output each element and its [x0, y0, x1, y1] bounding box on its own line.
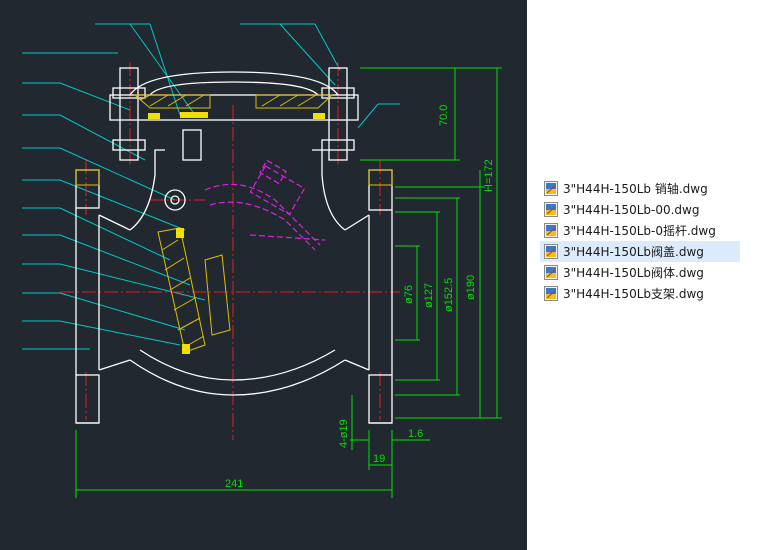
- cad-drawing-canvas[interactable]: 70.0 H=172 ø76 ø127 ø152.5 ø190 4-ø19 1.…: [0, 0, 527, 550]
- file-item-label: 3"H44H-150Lb-00.dwg: [563, 202, 700, 217]
- dwg-file-list: 3"H44H-150Lb 销轴.dwg 3"H44H-150Lb-00.dwg 3"…: [540, 178, 740, 304]
- file-item[interactable]: 3"H44H-150Lb 销轴.dwg: [540, 178, 740, 199]
- file-item[interactable]: 3"H44H-150Lb阀盖.dwg: [540, 241, 740, 262]
- file-item[interactable]: 3"H44H-150Lb-00.dwg: [540, 199, 740, 220]
- dim-d2: ø127: [423, 283, 435, 308]
- dwg-file-icon: [544, 181, 558, 196]
- dimension-labels: 70.0 H=172 ø76 ø127 ø152.5 ø190 4-ø19 1.…: [225, 105, 495, 490]
- dim-bolt-holes: 4-ø19: [338, 419, 350, 448]
- dwg-file-icon: [544, 223, 558, 238]
- file-item-label: 3"H44H-150Lb阀盖.dwg: [563, 245, 704, 259]
- dim-face-to-face: 241: [225, 478, 243, 490]
- seal-rings: [148, 112, 325, 354]
- file-item[interactable]: 3"H44H-150Lb支架.dwg: [540, 283, 740, 304]
- dim-d4: ø190: [465, 275, 477, 300]
- file-item[interactable]: 3"H44H-150Lb-0摇杆.dwg: [540, 220, 740, 241]
- dwg-file-icon: [544, 265, 558, 280]
- valve-body-outline: [75, 67, 393, 424]
- file-item-label: 3"H44H-150Lb 销轴.dwg: [563, 182, 708, 196]
- centerlines: [60, 62, 400, 440]
- dim-cover-height: 70.0: [438, 105, 450, 126]
- dim-total-height: H=172: [483, 159, 495, 192]
- dwg-file-icon: [544, 244, 558, 259]
- file-item[interactable]: 3"H44H-150Lb阀体.dwg: [540, 262, 740, 283]
- dwg-file-icon: [544, 286, 558, 301]
- file-item-label: 3"H44H-150Lb支架.dwg: [563, 287, 704, 301]
- file-item-label: 3"H44H-150Lb-0摇杆.dwg: [563, 224, 716, 238]
- dim-d3: ø152.5: [443, 278, 455, 312]
- file-item-label: 3"H44H-150Lb阀体.dwg: [563, 266, 704, 280]
- dwg-file-icon: [544, 202, 558, 217]
- dim-flange-thickness: 19: [373, 453, 385, 465]
- dimension-lines: [75, 67, 502, 498]
- disc-arm-phantom: [204, 159, 326, 251]
- dim-raised-face: 1.6: [408, 428, 423, 440]
- dim-d1: ø76: [403, 285, 415, 304]
- section-hatch: [75, 94, 393, 353]
